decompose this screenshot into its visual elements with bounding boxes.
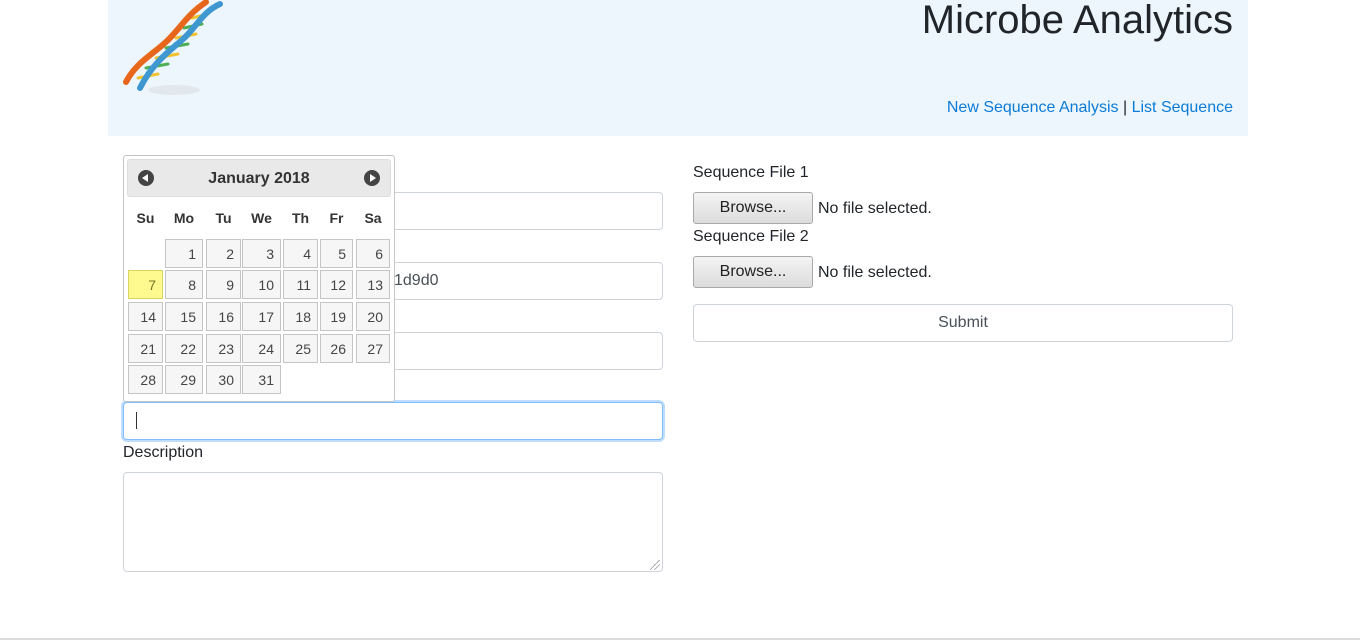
- datepicker-day-4[interactable]: 4: [283, 239, 318, 268]
- weekday-fr: Fr: [329, 210, 344, 226]
- datepicker-day-2[interactable]: 2: [206, 239, 241, 268]
- datepicker-day-22[interactable]: 22: [165, 334, 203, 363]
- top-nav: New Sequence Analysis | List Sequence: [947, 98, 1233, 118]
- datepicker-day-26[interactable]: 26: [320, 334, 353, 363]
- datepicker-title: January 2018: [208, 170, 310, 187]
- datepicker-day-21[interactable]: 21: [128, 334, 163, 363]
- datepicker-day-13[interactable]: 13: [356, 270, 390, 299]
- weekday-su: Su: [136, 210, 155, 226]
- description-label: Description: [123, 444, 204, 461]
- browse-button-file-2[interactable]: Browse...: [693, 256, 813, 288]
- weekday-tu: Tu: [215, 210, 232, 226]
- datepicker-header: January 2018: [127, 159, 391, 197]
- resize-grip-icon[interactable]: [650, 560, 660, 570]
- datepicker-day-3[interactable]: 3: [242, 239, 281, 268]
- datepicker-day-24[interactable]: 24: [242, 334, 281, 363]
- datepicker-day-14[interactable]: 14: [128, 302, 163, 331]
- datepicker-day-19[interactable]: 19: [320, 302, 353, 331]
- datepicker-day-10[interactable]: 10: [242, 270, 281, 299]
- weekday-mo: Mo: [173, 210, 195, 226]
- datepicker-day-15[interactable]: 15: [165, 302, 203, 331]
- datepicker-day-5[interactable]: 5: [320, 239, 353, 268]
- description-textarea[interactable]: [123, 472, 663, 572]
- nav-separator: |: [1122, 99, 1128, 116]
- datepicker-day-18[interactable]: 18: [283, 302, 318, 331]
- datepicker-day-31[interactable]: 31: [242, 365, 281, 394]
- submit-button[interactable]: Submit: [693, 304, 1233, 342]
- datepicker: January 2018 Su Mo Tu We Th Fr Sa 1 2 3 4 5 6 7 8 9 10 1…: [123, 155, 395, 402]
- datepicker-day-28[interactable]: 28: [128, 365, 163, 394]
- weekday-sa: Sa: [364, 210, 382, 226]
- datepicker-day-8[interactable]: 8: [165, 270, 203, 299]
- datepicker-day-25[interactable]: 25: [283, 334, 318, 363]
- new-sequence-analysis-link[interactable]: New Sequence Analysis: [947, 99, 1119, 116]
- app-title: Microbe Analytics: [921, 0, 1233, 42]
- datepicker-day-7[interactable]: 7: [128, 270, 163, 299]
- file-1-status: No file selected.: [818, 200, 932, 217]
- datepicker-day-12[interactable]: 12: [320, 270, 353, 299]
- date-input[interactable]: [123, 402, 663, 440]
- datepicker-day-30[interactable]: 30: [206, 365, 241, 394]
- form-field-2-value: 1d9d0: [394, 272, 439, 289]
- weekday-we: We: [251, 210, 272, 226]
- datepicker-day-23[interactable]: 23: [206, 334, 241, 363]
- sequence-file-1-label: Sequence File 1: [693, 164, 809, 181]
- file-2-status: No file selected.: [818, 264, 932, 281]
- page-header: Microbe Analytics New Sequence Analysis …: [108, 0, 1248, 136]
- datepicker-day-27[interactable]: 27: [356, 334, 390, 363]
- list-sequence-link[interactable]: List Sequence: [1132, 99, 1233, 116]
- datepicker-day-11[interactable]: 11: [283, 270, 318, 299]
- sequence-file-2-label: Sequence File 2: [693, 228, 809, 245]
- datepicker-day-17[interactable]: 17: [242, 302, 281, 331]
- text-caret: [136, 412, 137, 430]
- datepicker-day-9[interactable]: 9: [206, 270, 241, 299]
- datepicker-day-20[interactable]: 20: [356, 302, 390, 331]
- datepicker-day-29[interactable]: 29: [165, 365, 203, 394]
- circle-triangle-right-icon[interactable]: [364, 170, 380, 186]
- datepicker-day-1[interactable]: 1: [165, 239, 203, 268]
- datepicker-day-6[interactable]: 6: [356, 239, 390, 268]
- dna-helix-icon: [123, 0, 223, 95]
- datepicker-day-16[interactable]: 16: [206, 302, 241, 331]
- browse-button-file-1[interactable]: Browse...: [693, 192, 813, 224]
- weekday-th: Th: [291, 210, 310, 226]
